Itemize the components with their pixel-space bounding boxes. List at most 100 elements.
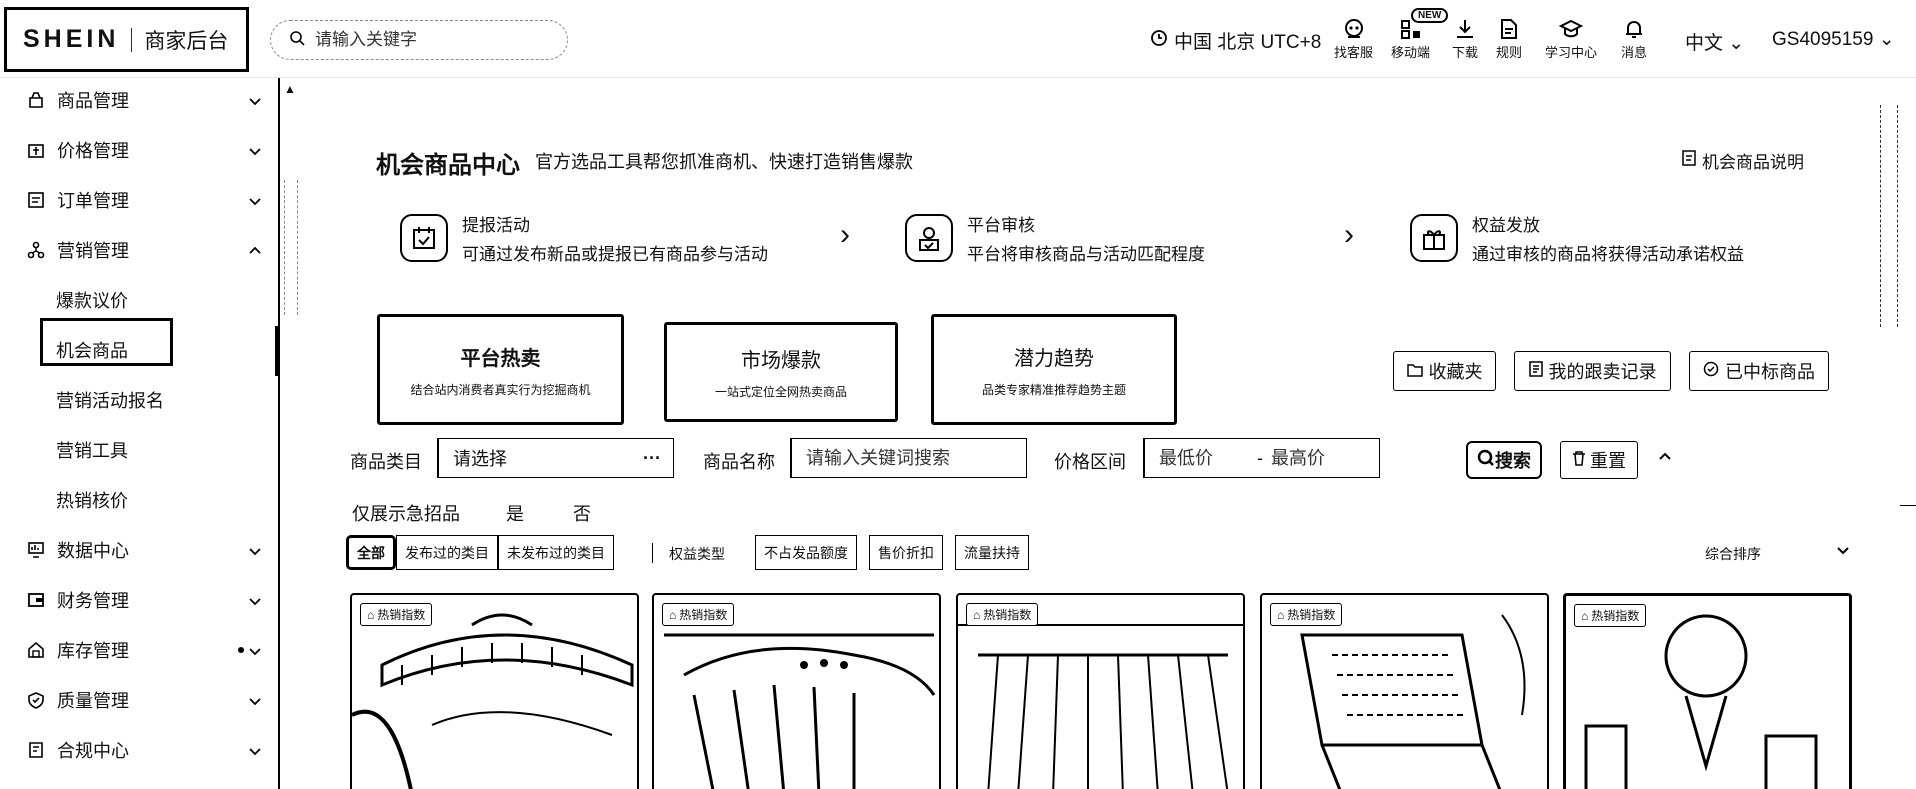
tab-desc: 结合站内消费者真实行为挖掘商机	[410, 382, 591, 397]
bell-icon	[1621, 16, 1647, 42]
tab-title: 潜力趋势	[1014, 347, 1094, 370]
language-text: 中文	[1685, 33, 1724, 54]
chevron-down-icon	[248, 592, 262, 613]
brand-logo[interactable]: SHEIN 商家后台	[4, 7, 249, 72]
search-input[interactable]	[315, 30, 535, 50]
chevron-down-icon	[248, 542, 262, 563]
sidebar-item-quality[interactable]: 质量管理	[0, 680, 272, 720]
product-card[interactable]: ⌂ 热销指数	[956, 593, 1245, 789]
warehouse-icon	[27, 641, 49, 659]
tab-potential-trend[interactable]: 潜力趋势 品类专家精准推荐趋势主题	[931, 314, 1177, 425]
sidebar-item-finance[interactable]: 财务管理	[0, 580, 272, 620]
favorites-button[interactable]: 收藏夹	[1393, 351, 1496, 391]
price-icon	[27, 141, 49, 159]
tool-download[interactable]: 下载	[1452, 16, 1478, 61]
sidebar-item-label: 合规中心	[57, 741, 129, 761]
category-select[interactable]: 请选择 ···	[437, 438, 674, 478]
chip-price-discount[interactable]: 售价折扣	[869, 535, 943, 570]
tab-title: 平台热卖	[460, 347, 541, 370]
chevron-down-icon	[248, 742, 262, 763]
top-bar: SHEIN 商家后台 中国 北京 UTC+8 找客服 移动端 NEW 下载 规则…	[0, 0, 1916, 78]
download-icon	[1452, 16, 1478, 42]
chevron-down-icon	[248, 642, 262, 663]
tool-rules[interactable]: 规则	[1496, 16, 1522, 61]
step-desc: 平台将审核商品与活动匹配程度	[967, 245, 1205, 264]
sidebar-item-orders[interactable]: 订单管理	[0, 180, 272, 220]
reset-button[interactable]: 重置	[1560, 441, 1638, 479]
product-card[interactable]: ⌂ 热销指数	[350, 593, 639, 789]
chip-traffic-support[interactable]: 流量扶持	[955, 535, 1029, 570]
scroll-up-icon[interactable]: ▲	[284, 82, 296, 96]
sidebar-item-inventory[interactable]: 库存管理	[0, 630, 272, 670]
hot-index-badge: ⌂ 热销指数	[360, 603, 433, 626]
tool-messages[interactable]: 消息	[1621, 16, 1647, 61]
urgent-yes-option[interactable]: 是	[506, 500, 524, 526]
chevron-down-icon[interactable]	[1836, 543, 1850, 562]
logo-divider	[131, 27, 133, 52]
step-title: 提报活动	[462, 216, 530, 235]
sidebar: 商品管理 价格管理 订单管理 营销管理 爆款议价 机会商品 营销活动报名 营销工…	[0, 78, 280, 789]
account-menu[interactable]: GS4095159 ⌄	[1772, 28, 1895, 51]
sidebar-item-compliance[interactable]: 合规中心	[0, 730, 272, 770]
timezone-selector[interactable]: 中国 北京 UTC+8	[1150, 27, 1321, 54]
chip-no-quota[interactable]: 不占发品额度	[755, 535, 857, 570]
price-range-label: 价格区间	[1054, 452, 1126, 472]
sidebar-item-label: 商品管理	[57, 91, 129, 111]
sidebar-item-marketing[interactable]: 营销管理	[0, 230, 272, 270]
sidebar-subitem-hot-bargain[interactable]: 爆款议价	[56, 280, 128, 320]
product-card[interactable]: ⌂ 热销指数	[1563, 593, 1852, 789]
button-label: 我的跟卖记录	[1548, 362, 1657, 382]
step-review: 平台审核 平台将审核商品与活动匹配程度	[905, 211, 1205, 265]
sort-selector[interactable]: 综合排序	[1705, 544, 1761, 564]
sidebar-subitem-activity-signup[interactable]: 营销活动报名	[56, 380, 164, 420]
follow-records-button[interactable]: 我的跟卖记录	[1514, 351, 1671, 391]
sidebar-subitem-hot-price-check[interactable]: 热销核价	[56, 480, 128, 520]
product-name-field[interactable]	[790, 438, 1027, 478]
product-card[interactable]: ⌂ 热销指数	[652, 593, 941, 789]
won-products-button[interactable]: 已中标商品	[1689, 351, 1829, 391]
sidebar-item-products[interactable]: 商品管理	[0, 80, 272, 120]
document-icon	[1496, 16, 1522, 42]
tool-label: 学习中心	[1545, 45, 1598, 60]
product-card[interactable]: ⌂ 热销指数	[1260, 593, 1549, 789]
compliance-icon	[27, 741, 49, 759]
category-placeholder: 请选择	[453, 449, 507, 469]
chip-published[interactable]: 发布过的类目	[396, 535, 498, 570]
chip-all[interactable]: 全部	[346, 535, 396, 570]
wallet-icon	[27, 591, 49, 609]
flame-icon: ⌂	[1277, 607, 1285, 622]
brand-subtitle: 商家后台	[144, 29, 229, 53]
tool-label: 移动端	[1391, 45, 1431, 60]
tab-desc: 一站式定位全网热卖商品	[714, 385, 847, 399]
price-min-input[interactable]	[1159, 447, 1249, 469]
sidebar-item-pricing[interactable]: 价格管理	[0, 130, 272, 170]
tab-market-hot[interactable]: 市场爆款 一站式定位全网热卖商品	[664, 322, 898, 422]
product-name-input[interactable]	[806, 447, 1021, 469]
tab-platform-hot[interactable]: 平台热卖 结合站内消费者真实行为挖掘商机	[377, 314, 624, 425]
page-scrollbar[interactable]	[1880, 105, 1898, 327]
more-icon: ···	[643, 447, 661, 468]
explain-link[interactable]: 机会商品说明	[1682, 148, 1804, 173]
collapse-filters-icon[interactable]	[1658, 448, 1672, 469]
record-icon	[1528, 360, 1543, 382]
urgent-no-option[interactable]: 否	[573, 500, 591, 526]
product-name-label: 商品名称	[703, 452, 775, 472]
collapse-rail[interactable]	[284, 180, 298, 315]
price-max-input[interactable]	[1271, 447, 1371, 469]
sidebar-item-label: 价格管理	[57, 141, 129, 161]
tool-label: 消息	[1621, 45, 1648, 60]
sidebar-subitem-tools[interactable]: 营销工具	[56, 430, 128, 470]
tool-label: 下载	[1452, 45, 1479, 60]
price-range-field[interactable]: -	[1143, 438, 1380, 478]
chip-unpublished[interactable]: 未发布过的类目	[498, 535, 614, 570]
global-search[interactable]	[270, 20, 568, 60]
review-icon	[905, 214, 953, 262]
chevron-down-icon	[248, 692, 262, 713]
language-selector[interactable]: 中文 ⌄	[1685, 28, 1744, 55]
sidebar-item-data-center[interactable]: 数据中心	[0, 530, 272, 570]
edge-marker	[1900, 505, 1916, 506]
tool-customer-service[interactable]: 找客服	[1334, 16, 1373, 61]
search-button[interactable]: 搜索	[1466, 441, 1542, 479]
tool-label: 规则	[1496, 45, 1523, 60]
tool-learning[interactable]: 学习中心	[1545, 16, 1597, 61]
